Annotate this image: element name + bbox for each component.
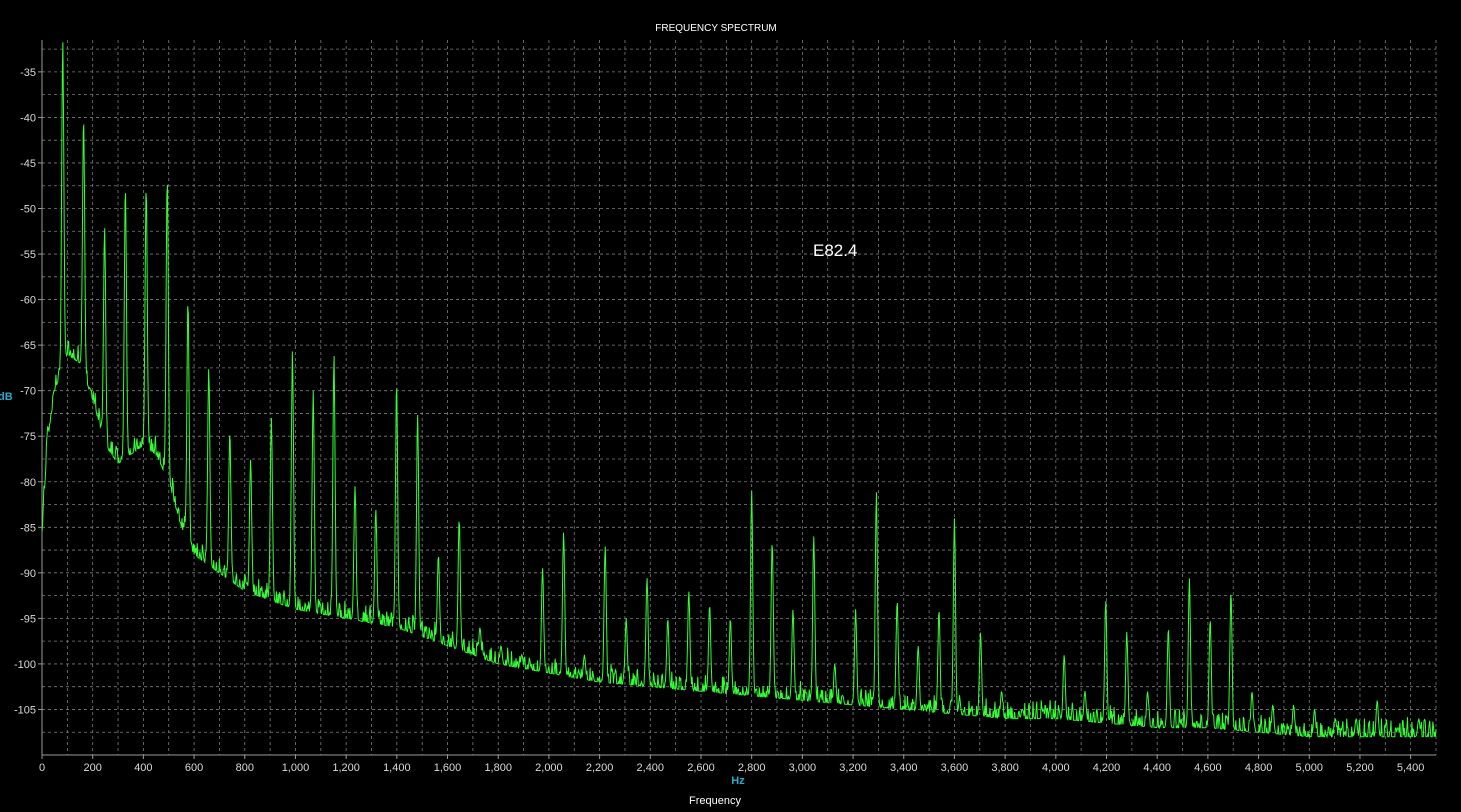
x-tick-label: 4,400: [1143, 762, 1171, 774]
x-tick-label: 2,600: [687, 762, 715, 774]
x-tick-label: 4,600: [1194, 762, 1222, 774]
x-tick-label: 4,200: [1093, 762, 1121, 774]
x-tick-label: 3,800: [991, 762, 1019, 774]
y-tick-label: -105: [14, 704, 36, 716]
x-tick-label: 200: [84, 762, 102, 774]
y-tick-label: -55: [20, 249, 36, 261]
x-tick-label: 5,400: [1397, 762, 1425, 774]
y-tick-label: -45: [20, 158, 36, 170]
x-tick-label: 3,600: [941, 762, 969, 774]
x-axis-unit-label: Hz: [731, 775, 745, 787]
x-tick-label: 1,600: [434, 762, 462, 774]
x-tick-label: 1,800: [484, 762, 512, 774]
y-tick-label: -75: [20, 431, 36, 443]
x-tick-label: 2,000: [535, 762, 563, 774]
note-annotation: E82.4: [813, 241, 857, 260]
y-tick-label: -65: [20, 340, 36, 352]
y-tick-label: -100: [14, 659, 36, 671]
x-tick-label: 3,200: [839, 762, 867, 774]
y-tick-label: -95: [20, 613, 36, 625]
x-tick-label: 2,400: [637, 762, 665, 774]
y-tick-label: -35: [20, 67, 36, 79]
x-tick-label: 400: [134, 762, 152, 774]
x-tick-label: 0: [39, 762, 45, 774]
x-tick-label: 3,400: [890, 762, 918, 774]
x-tick-label: 2,800: [738, 762, 766, 774]
x-tick-label: 800: [236, 762, 254, 774]
x-axis-label: Frequency: [689, 795, 741, 807]
x-tick-label: 1,000: [282, 762, 310, 774]
x-tick-label: 3,000: [789, 762, 817, 774]
x-tick-label: 4,800: [1245, 762, 1273, 774]
chart-title: FREQUENCY SPECTRUM: [655, 23, 777, 34]
y-tick-label: -70: [20, 386, 36, 398]
y-axis-unit-label: dB: [0, 391, 13, 403]
y-tick-label: -80: [20, 477, 36, 489]
y-tick-label: -85: [20, 522, 36, 534]
frequency-spectrum-chart: FREQUENCY SPECTRUM -35 -40 -45 -50 -55 -60 -65…: [0, 0, 1461, 812]
x-tick-label: 4,000: [1042, 762, 1070, 774]
x-tick-label: 1,200: [332, 762, 360, 774]
x-tick-label: 5,200: [1346, 762, 1374, 774]
x-tick-label: 5,000: [1296, 762, 1324, 774]
y-tick-label: -40: [20, 112, 36, 124]
y-tick-label: -90: [20, 568, 36, 580]
x-tick-label: 600: [185, 762, 203, 774]
x-tick-label: 2,200: [586, 762, 614, 774]
y-tick-label: -60: [20, 295, 36, 307]
y-tick-label: -50: [20, 204, 36, 216]
x-tick-label: 1,400: [383, 762, 411, 774]
